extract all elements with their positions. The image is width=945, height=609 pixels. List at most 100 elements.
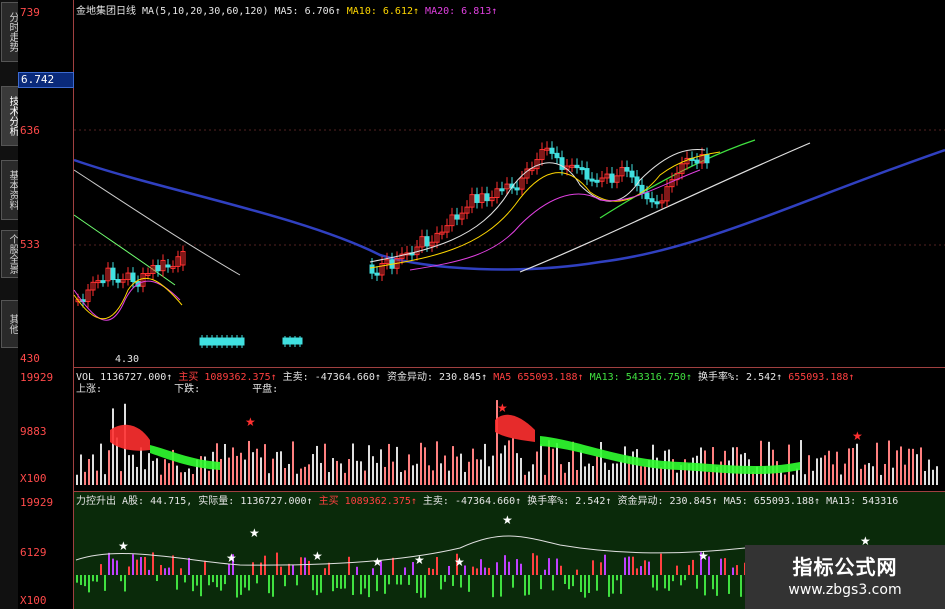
volume-bar xyxy=(492,455,494,485)
volume-bar xyxy=(864,464,866,485)
force-bar xyxy=(688,565,690,575)
force-bar xyxy=(280,566,282,575)
chart-canvas[interactable]: ★★ ★ ★ ★ ★★★★★★★★ xyxy=(0,0,945,609)
force-bar xyxy=(576,569,578,575)
volume-bar xyxy=(632,451,634,485)
watermark-title: 指标公式网 xyxy=(792,555,898,579)
force-bar xyxy=(148,569,150,575)
volume-bar xyxy=(324,443,326,485)
volume-bar xyxy=(160,474,162,485)
force-bar xyxy=(540,575,542,590)
force-bar xyxy=(308,560,310,575)
candlestick xyxy=(292,337,298,345)
force-bar xyxy=(188,557,190,575)
force-bar xyxy=(244,575,246,588)
force-bar xyxy=(100,564,102,575)
force-bar xyxy=(664,575,666,589)
force-bar xyxy=(620,575,622,594)
force-bar xyxy=(168,567,170,575)
force-bar xyxy=(736,565,738,575)
volume-bar xyxy=(220,458,222,485)
candlestick xyxy=(239,337,245,346)
force-bar xyxy=(536,555,538,575)
candlestick xyxy=(454,214,460,220)
volume-bar xyxy=(168,463,170,485)
volume-bar xyxy=(552,448,554,485)
volume-bar xyxy=(416,463,418,485)
volume-bar xyxy=(84,471,86,485)
volume-bar xyxy=(540,444,542,485)
volume-bar xyxy=(108,450,110,485)
force-bar xyxy=(488,567,490,575)
force-bar xyxy=(396,575,398,585)
force-bar xyxy=(344,575,346,589)
ma120-line xyxy=(73,148,945,271)
force-header: 力控升出 A股: 44.715, 实际量: 1136727.000↑ 主买 10… xyxy=(76,492,898,507)
force-bar xyxy=(516,559,518,575)
force-bar xyxy=(704,575,706,596)
volume-bar xyxy=(288,463,290,485)
force-bar xyxy=(432,568,434,575)
volume-bar xyxy=(612,463,614,485)
volume-bar xyxy=(348,459,350,485)
low-price-marker: 4.30 xyxy=(115,354,140,365)
force-bar xyxy=(588,575,590,593)
force-bar xyxy=(692,559,694,575)
force-bar xyxy=(652,575,654,588)
site-watermark: 指标公式网 www.zbgs3.com xyxy=(745,545,945,609)
volume-bar xyxy=(936,466,938,485)
force-bar xyxy=(568,575,570,590)
candlestick xyxy=(424,236,430,247)
volume-bar xyxy=(616,463,618,485)
volume-bar xyxy=(96,470,98,485)
force-bar xyxy=(156,575,158,582)
volume-bar xyxy=(256,448,258,485)
force-bar xyxy=(528,575,530,595)
candlestick xyxy=(209,337,215,346)
force-bar xyxy=(452,575,454,586)
volume-bar xyxy=(372,456,374,485)
volume-bar xyxy=(456,456,458,485)
force-bar xyxy=(592,560,594,575)
volume-bar xyxy=(912,448,914,485)
volume-bar xyxy=(164,459,166,485)
force-bar xyxy=(556,558,558,575)
volume-bar xyxy=(316,445,318,485)
force-bar xyxy=(304,557,306,575)
volume-bar xyxy=(252,452,254,485)
volume-bar xyxy=(112,408,114,485)
volume-bar xyxy=(900,446,902,485)
volume-bar xyxy=(260,457,262,485)
force-bar xyxy=(724,558,726,575)
volume-bar xyxy=(576,469,578,485)
volume-bar xyxy=(148,453,150,485)
volume-bar xyxy=(908,448,910,485)
candlestick xyxy=(514,187,520,191)
volume-bar xyxy=(320,462,322,485)
volume-bar xyxy=(780,471,782,485)
volume-bar xyxy=(428,465,430,485)
force-bar xyxy=(668,575,670,591)
volume-bar xyxy=(636,449,638,485)
volume-bar xyxy=(188,468,190,485)
volume-bar xyxy=(400,471,402,485)
force-bar xyxy=(560,565,562,575)
force-bar xyxy=(356,566,358,575)
volume-bar xyxy=(264,444,266,485)
force-bar xyxy=(144,556,146,575)
candlestick xyxy=(155,265,161,272)
force-bar xyxy=(136,559,138,575)
volume-bar xyxy=(568,462,570,485)
signal-star-icon: ★ xyxy=(226,551,237,565)
force-bar xyxy=(128,566,130,575)
volume-bar xyxy=(396,446,398,485)
volume-bar xyxy=(676,472,678,485)
candlestick xyxy=(644,192,650,200)
force-bar xyxy=(428,567,430,575)
up-count-label: 上涨: xyxy=(76,384,103,395)
volume-bar xyxy=(364,470,366,485)
force-bar xyxy=(124,575,126,592)
force-bar xyxy=(448,565,450,575)
volume-bar xyxy=(536,451,538,485)
candlestick xyxy=(234,337,240,346)
